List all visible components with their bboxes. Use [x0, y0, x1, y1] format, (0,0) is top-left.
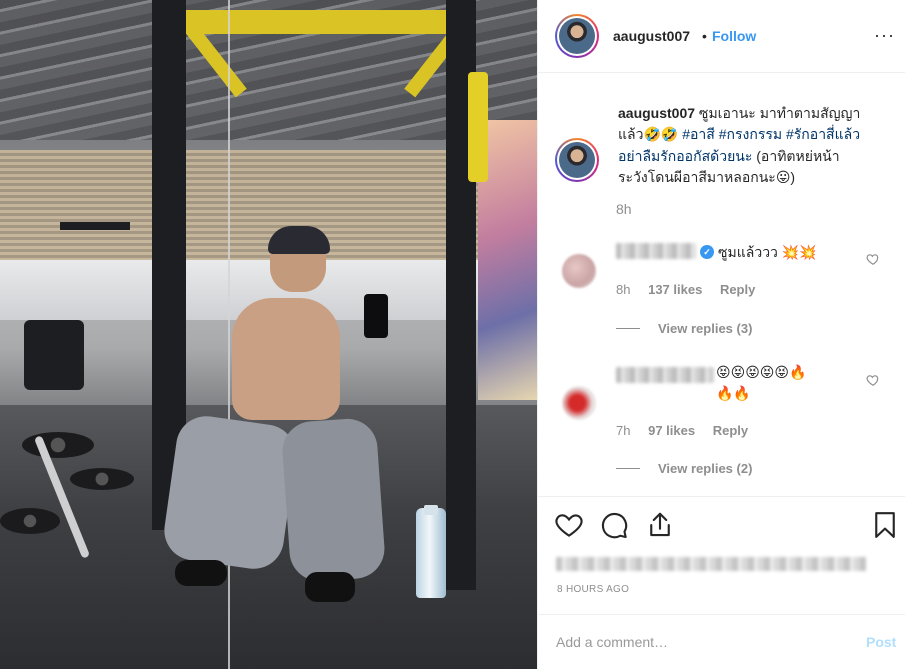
hashtag-link[interactable]: #อาสี	[682, 126, 715, 142]
verified-badge-icon: ✓	[700, 245, 714, 259]
caption-text: )	[790, 169, 796, 185]
caption-text: (อาทิตหย่หน้า	[752, 148, 840, 164]
photo-weight-plate	[22, 432, 94, 458]
reply-button[interactable]: Reply	[713, 423, 748, 438]
view-replies-divider	[616, 468, 640, 469]
follow-button[interactable]: Follow	[712, 28, 756, 44]
hashtag-link[interactable]: อย่าลืมรักออกัสด้วยนะ	[618, 148, 752, 164]
bookmark-icon[interactable]	[870, 510, 900, 540]
comment-meta: 8h 137 likes Reply	[616, 282, 769, 297]
photo-machine-seat	[24, 320, 84, 390]
photo-mirror-edge	[228, 0, 230, 669]
photo-bottle-cap	[424, 505, 438, 515]
photo-slipper	[305, 572, 355, 602]
photo-shutter-wall	[0, 150, 480, 260]
comment-like-heart-icon[interactable]	[866, 252, 880, 266]
commenter-avatar[interactable]	[562, 386, 596, 420]
caption-avatar[interactable]	[555, 138, 599, 182]
caption-emoji: 😛	[775, 170, 791, 186]
post-caption: aaugust007 ซูมเอานะ มาทำตามสัญญา แล้ว🤣🤣 …	[618, 103, 893, 189]
liked-by-blurred[interactable]	[556, 557, 866, 571]
comment-icon[interactable]	[599, 510, 629, 540]
comment-input[interactable]	[556, 631, 846, 653]
hashtag-link[interactable]: #กรงกรรม	[719, 126, 782, 142]
view-replies-divider	[616, 328, 640, 329]
posted-time[interactable]: 8 HOURS AGO	[557, 584, 629, 595]
post-comment-button[interactable]: Post	[866, 634, 896, 650]
photo-weight-plate	[70, 468, 134, 490]
commenter-username-blurred[interactable]	[616, 243, 696, 259]
caption-text: ซูมเอานะ มาทำตามสัญญา	[695, 105, 861, 121]
photo-brand-sign	[468, 72, 488, 182]
comment-timestamp[interactable]: 7h	[616, 423, 630, 438]
comment-like-heart-icon[interactable]	[866, 373, 880, 387]
caption-text: ระวังโดนผีอาสีมาหลอกนะ	[618, 169, 776, 185]
post-photo[interactable]	[0, 0, 537, 669]
comment-likes-count[interactable]: 97 likes	[648, 423, 695, 438]
photo-machine-bar	[60, 222, 130, 230]
caption-text: แล้ว	[618, 126, 644, 142]
comment-text: 😝😝😝😝😝🔥 🔥🔥	[716, 365, 807, 402]
avatar-image	[559, 18, 595, 54]
commenter-avatar[interactable]	[562, 254, 596, 288]
comment-form: Post	[538, 614, 905, 669]
header-separator: •	[702, 28, 707, 44]
heart-icon[interactable]	[554, 510, 584, 540]
avatar-image	[559, 142, 595, 178]
comment-text: ซูมแล้ววว 💥💥	[718, 244, 817, 261]
hashtag-link[interactable]: #รักอาสี่แล้ว	[786, 126, 860, 142]
comment-timestamp[interactable]: 8h	[616, 282, 630, 297]
share-icon[interactable]	[645, 510, 675, 540]
more-options-icon[interactable]: ···	[874, 25, 895, 46]
view-replies-button[interactable]: View replies (3)	[658, 321, 752, 336]
comment-meta: 7h 97 likes Reply	[616, 423, 762, 438]
caption-timestamp[interactable]: 8h	[616, 201, 632, 217]
author-username[interactable]: aaugust007	[613, 28, 690, 44]
author-avatar[interactable]	[555, 14, 599, 58]
photo-person-torso	[232, 298, 340, 420]
photo-person-leg	[160, 412, 300, 573]
reply-button[interactable]: Reply	[720, 282, 755, 297]
caption-emoji: 🤣🤣	[643, 127, 679, 143]
photo-slipper	[175, 560, 227, 586]
photo-weight-plate	[0, 508, 60, 534]
photo-person-leg	[280, 416, 387, 584]
photo-phone	[364, 294, 388, 338]
comment-emoji: 💥💥	[781, 245, 817, 261]
comment-likes-count[interactable]: 137 likes	[648, 282, 702, 297]
post-header: aaugust007 • Follow ···	[538, 0, 905, 73]
view-replies-button[interactable]: View replies (2)	[658, 461, 752, 476]
caption-username[interactable]: aaugust007	[618, 105, 695, 121]
photo-person-cap	[268, 226, 330, 254]
photo-windows	[0, 260, 480, 320]
post-side-panel: aaugust007 • Follow ··· aaugust007 ซูมเอ…	[537, 0, 905, 669]
commenter-username-blurred[interactable]	[616, 367, 714, 383]
photo-water-bottle	[416, 508, 446, 598]
